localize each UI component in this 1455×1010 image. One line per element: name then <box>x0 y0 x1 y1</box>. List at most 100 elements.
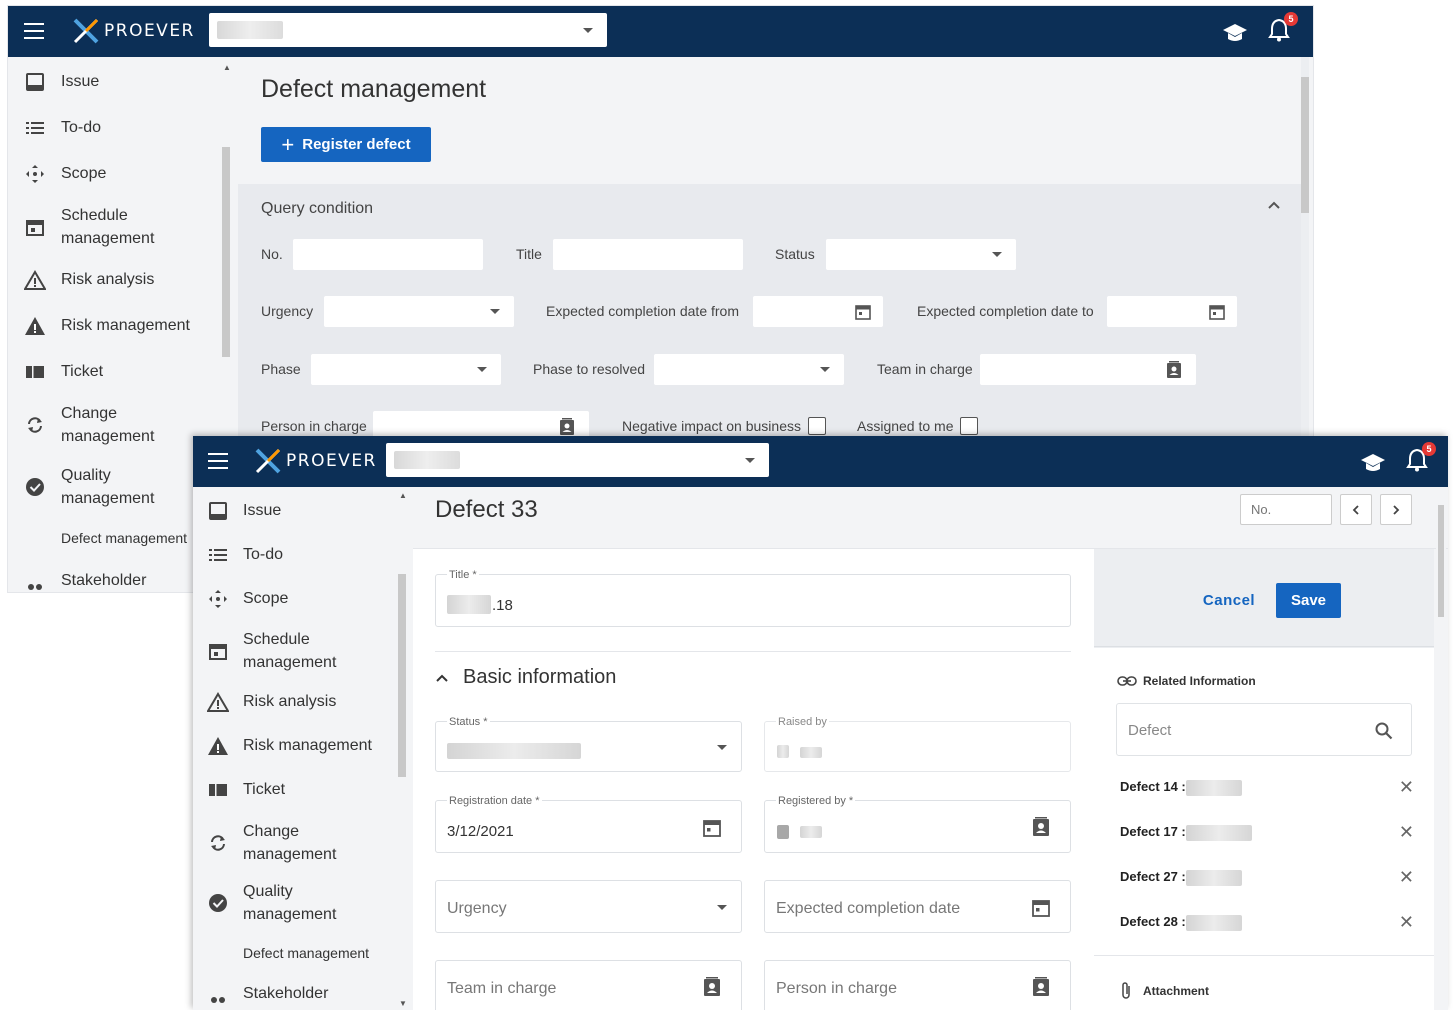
contact-icon[interactable] <box>703 977 721 997</box>
status-select[interactable] <box>826 239 1016 270</box>
title-field[interactable]: Title * .18 <box>435 569 1071 627</box>
calendar-icon[interactable] <box>855 303 871 320</box>
basic-information-header[interactable]: Basic information <box>435 666 616 689</box>
sidebar-item-risk-management[interactable]: Risk management <box>24 314 190 337</box>
remove-icon[interactable]: ✕ <box>1399 867 1414 888</box>
sidebar-item-scope[interactable]: Scope <box>24 162 106 185</box>
sidebar-subitem-defect-management[interactable]: Defect management <box>61 530 187 546</box>
contact-icon[interactable] <box>1166 361 1182 379</box>
sidebar-item-schedule[interactable]: Schedule management <box>24 204 181 250</box>
person-in-charge-field[interactable]: Person in charge <box>764 960 1071 1010</box>
scroll-down-icon[interactable]: ▼ <box>399 999 407 1008</box>
sidebar-item-stakeholder[interactable]: Stakeholder <box>207 982 328 1005</box>
sidebar-item-todo[interactable]: To-do <box>207 543 283 566</box>
proever-logo-icon <box>73 18 99 44</box>
title-input[interactable] <box>553 239 743 270</box>
warning-filled-icon <box>207 735 229 757</box>
top-actions: 5 <box>1360 442 1436 477</box>
date-from-input[interactable] <box>753 296 883 327</box>
related-item-label: Defect 27 : <box>1120 869 1186 884</box>
sidebar-item-label: Quality management <box>61 467 155 507</box>
sidebar: Issue To-do Scope Schedule management Ri… <box>193 487 413 1010</box>
sidebar-item-todo[interactable]: To-do <box>24 116 101 139</box>
remove-icon[interactable]: ✕ <box>1399 822 1414 843</box>
team-in-charge-field[interactable]: Team in charge <box>435 960 742 1010</box>
registration-date-field[interactable]: Registration date * 3/12/2021 <box>435 795 742 853</box>
sidebar-item-risk-analysis[interactable]: Risk analysis <box>24 268 154 291</box>
sidebar-item-quality[interactable]: Quality management <box>24 464 181 510</box>
sidebar-item-scope[interactable]: Scope <box>207 587 288 610</box>
project-select[interactable] <box>209 13 607 47</box>
scroll-up-icon[interactable]: ▲ <box>399 491 407 500</box>
sidebar-subitem-defect-management[interactable]: Defect management <box>243 945 369 961</box>
logo-text: PROEVER <box>104 21 195 41</box>
sidebar-item-risk-analysis[interactable]: Risk analysis <box>207 690 336 713</box>
no-input[interactable] <box>293 239 483 270</box>
registered-by-field[interactable]: Registered by * <box>764 795 1071 853</box>
negative-impact-checkbox[interactable] <box>808 417 826 435</box>
sidebar-item-schedule[interactable]: Schedule management <box>207 628 363 674</box>
sidebar-scrollbar[interactable] <box>398 487 406 1010</box>
sidebar-item-risk-management[interactable]: Risk management <box>207 734 372 757</box>
calendar-icon[interactable] <box>1032 898 1050 917</box>
related-search-input[interactable]: Defect <box>1116 703 1412 756</box>
previous-button[interactable] <box>1340 494 1372 525</box>
proever-logo[interactable]: PROEVER <box>72 18 195 44</box>
remove-icon[interactable]: ✕ <box>1399 912 1414 933</box>
search-icon[interactable] <box>1375 722 1393 740</box>
remove-icon[interactable]: ✕ <box>1399 777 1414 798</box>
assigned-checkbox[interactable] <box>960 417 978 435</box>
sidebar-item-stakeholder[interactable]: Stakeholder <box>24 569 146 592</box>
expected-completion-date-field[interactable]: Expected completion date <box>764 880 1071 933</box>
phase-select[interactable] <box>311 354 501 385</box>
notification-button[interactable]: 5 <box>1406 442 1436 477</box>
date-to-input[interactable] <box>1107 296 1237 327</box>
calendar-icon[interactable] <box>703 818 721 837</box>
graduation-cap-icon[interactable] <box>1222 22 1248 44</box>
chevron-up-icon[interactable] <box>1267 200 1281 210</box>
plus-icon: + <box>281 131 295 157</box>
record-number-input[interactable] <box>1240 494 1332 525</box>
project-select[interactable] <box>386 443 769 477</box>
sidebar-item-quality[interactable]: Quality management <box>207 880 363 926</box>
contact-icon[interactable] <box>1032 817 1050 837</box>
sidebar-item-ticket[interactable]: Ticket <box>207 778 285 801</box>
cancel-button[interactable]: Cancel <box>1198 583 1260 618</box>
status-select[interactable]: Status * <box>435 716 742 772</box>
phase-resolved-select[interactable] <box>654 354 844 385</box>
project-name-redacted <box>217 21 283 39</box>
menu-icon[interactable] <box>24 23 44 39</box>
page-scrollbar[interactable] <box>1436 487 1446 1010</box>
sidebar-scroll-thumb[interactable] <box>398 574 406 777</box>
graduation-cap-icon[interactable] <box>1360 452 1386 474</box>
contact-icon[interactable] <box>559 418 575 436</box>
sidebar-item-label: Stakeholder <box>61 572 147 589</box>
sidebar-item-change[interactable]: Change management <box>207 820 363 866</box>
sidebar-item-issue[interactable]: Issue <box>24 70 99 93</box>
urgency-select[interactable] <box>324 296 514 327</box>
sidebar-item-ticket[interactable]: Ticket <box>24 360 103 383</box>
notification-button[interactable]: 5 <box>1268 12 1298 47</box>
save-button[interactable]: Save <box>1276 583 1341 618</box>
register-defect-button[interactable]: + Register defect <box>261 127 431 162</box>
issue-icon <box>24 71 46 93</box>
proever-logo[interactable]: PROEVER <box>254 448 377 474</box>
main-scroll-thumb[interactable] <box>1301 77 1309 213</box>
calendar-icon[interactable] <box>1209 303 1225 320</box>
related-search-placeholder: Defect <box>1128 722 1172 739</box>
sidebar-scroll-thumb[interactable] <box>222 147 230 357</box>
sidebar-item-issue[interactable]: Issue <box>207 499 281 522</box>
raised-by-field: Raised by <box>764 716 1071 772</box>
chevron-down-icon <box>490 309 500 314</box>
page-title: Defect 33 <box>435 496 538 523</box>
page-scroll-thumb[interactable] <box>1438 505 1444 617</box>
scroll-up-icon[interactable]: ▲ <box>223 63 231 72</box>
status-label: Status <box>775 246 815 262</box>
next-button[interactable] <box>1380 494 1412 525</box>
contact-icon[interactable] <box>1032 977 1050 997</box>
sidebar-item-change[interactable]: Change management <box>24 402 181 448</box>
team-input[interactable] <box>980 354 1196 385</box>
registered-by-label: Registered by * <box>776 795 856 807</box>
menu-icon[interactable] <box>208 453 228 469</box>
urgency-select[interactable]: Urgency <box>435 880 742 933</box>
